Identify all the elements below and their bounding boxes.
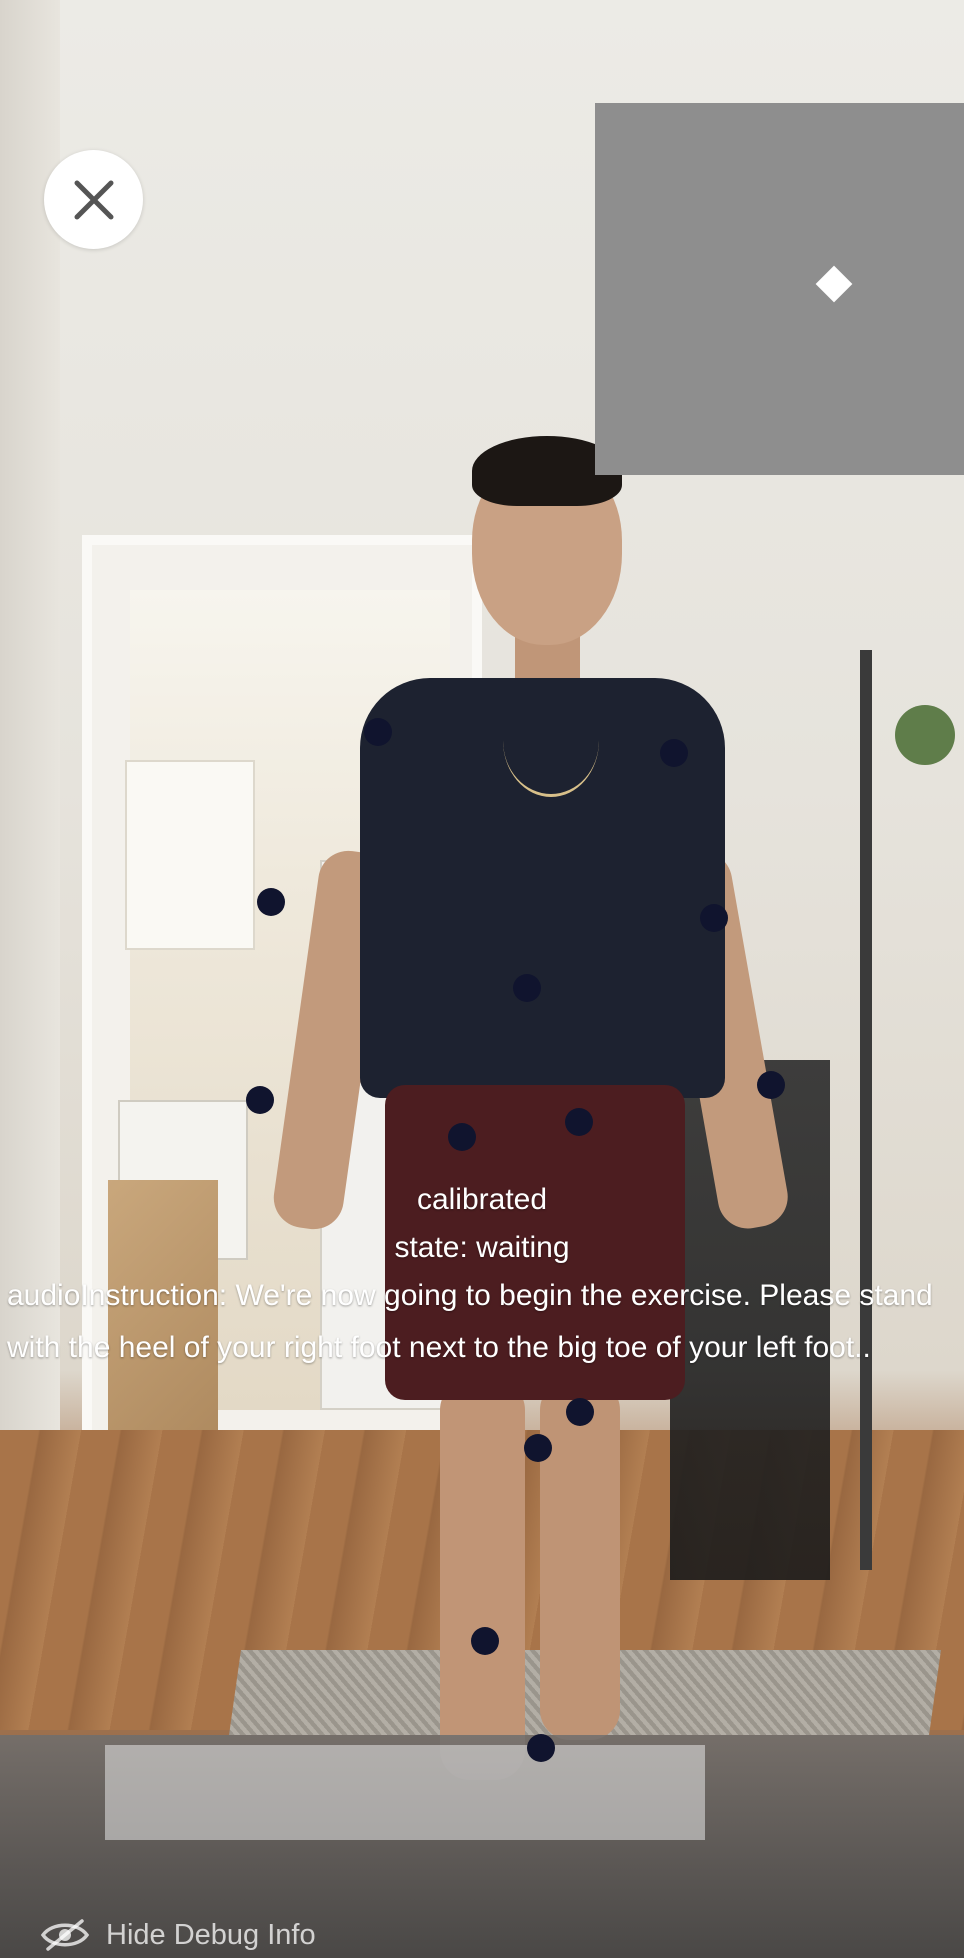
hide-debug-info-label: Hide Debug Info (106, 1918, 316, 1951)
pose-joint-right-hip (448, 1123, 476, 1151)
cabinet (125, 760, 255, 950)
pose-joint-right-elbow (257, 888, 285, 916)
position-minimap (595, 103, 964, 475)
eye-slash-icon (40, 1919, 90, 1951)
pose-joint-right-wrist (246, 1086, 274, 1114)
minimap-marker-icon (815, 265, 853, 303)
close-button[interactable] (44, 150, 143, 249)
pose-joint-left-elbow (700, 904, 728, 932)
debug-audio-instruction: audioInstruction: We're now going to beg… (7, 1279, 933, 1364)
person-left-leg (440, 1380, 525, 1780)
pose-joint-left-hip (565, 1108, 593, 1136)
shelf (860, 650, 964, 1570)
pose-joint-left-wrist (757, 1071, 785, 1099)
pose-joint-right-shoulder (364, 718, 392, 746)
wall (0, 0, 60, 1620)
pose-joint-left-shoulder (660, 739, 688, 767)
pose-joint-right-knee (524, 1434, 552, 1462)
exercise-camera-screen: calibrated state: waiting audioInstructi… (0, 0, 964, 1958)
hide-debug-info-button[interactable]: Hide Debug Info (40, 1918, 316, 1952)
debug-calibrated-label: calibrated (416, 1183, 548, 1216)
person-right-leg (540, 1380, 620, 1740)
pose-joint-torso (513, 974, 541, 1002)
plant (895, 705, 955, 765)
pose-joint-right-foot (527, 1734, 555, 1762)
person-necklace (503, 684, 599, 797)
debug-state-label: state: waiting (394, 1231, 570, 1264)
table-reflection (105, 1745, 705, 1840)
close-icon (74, 180, 113, 219)
pose-joint-left-knee (566, 1398, 594, 1426)
pose-joint-right-ankle (471, 1627, 499, 1655)
